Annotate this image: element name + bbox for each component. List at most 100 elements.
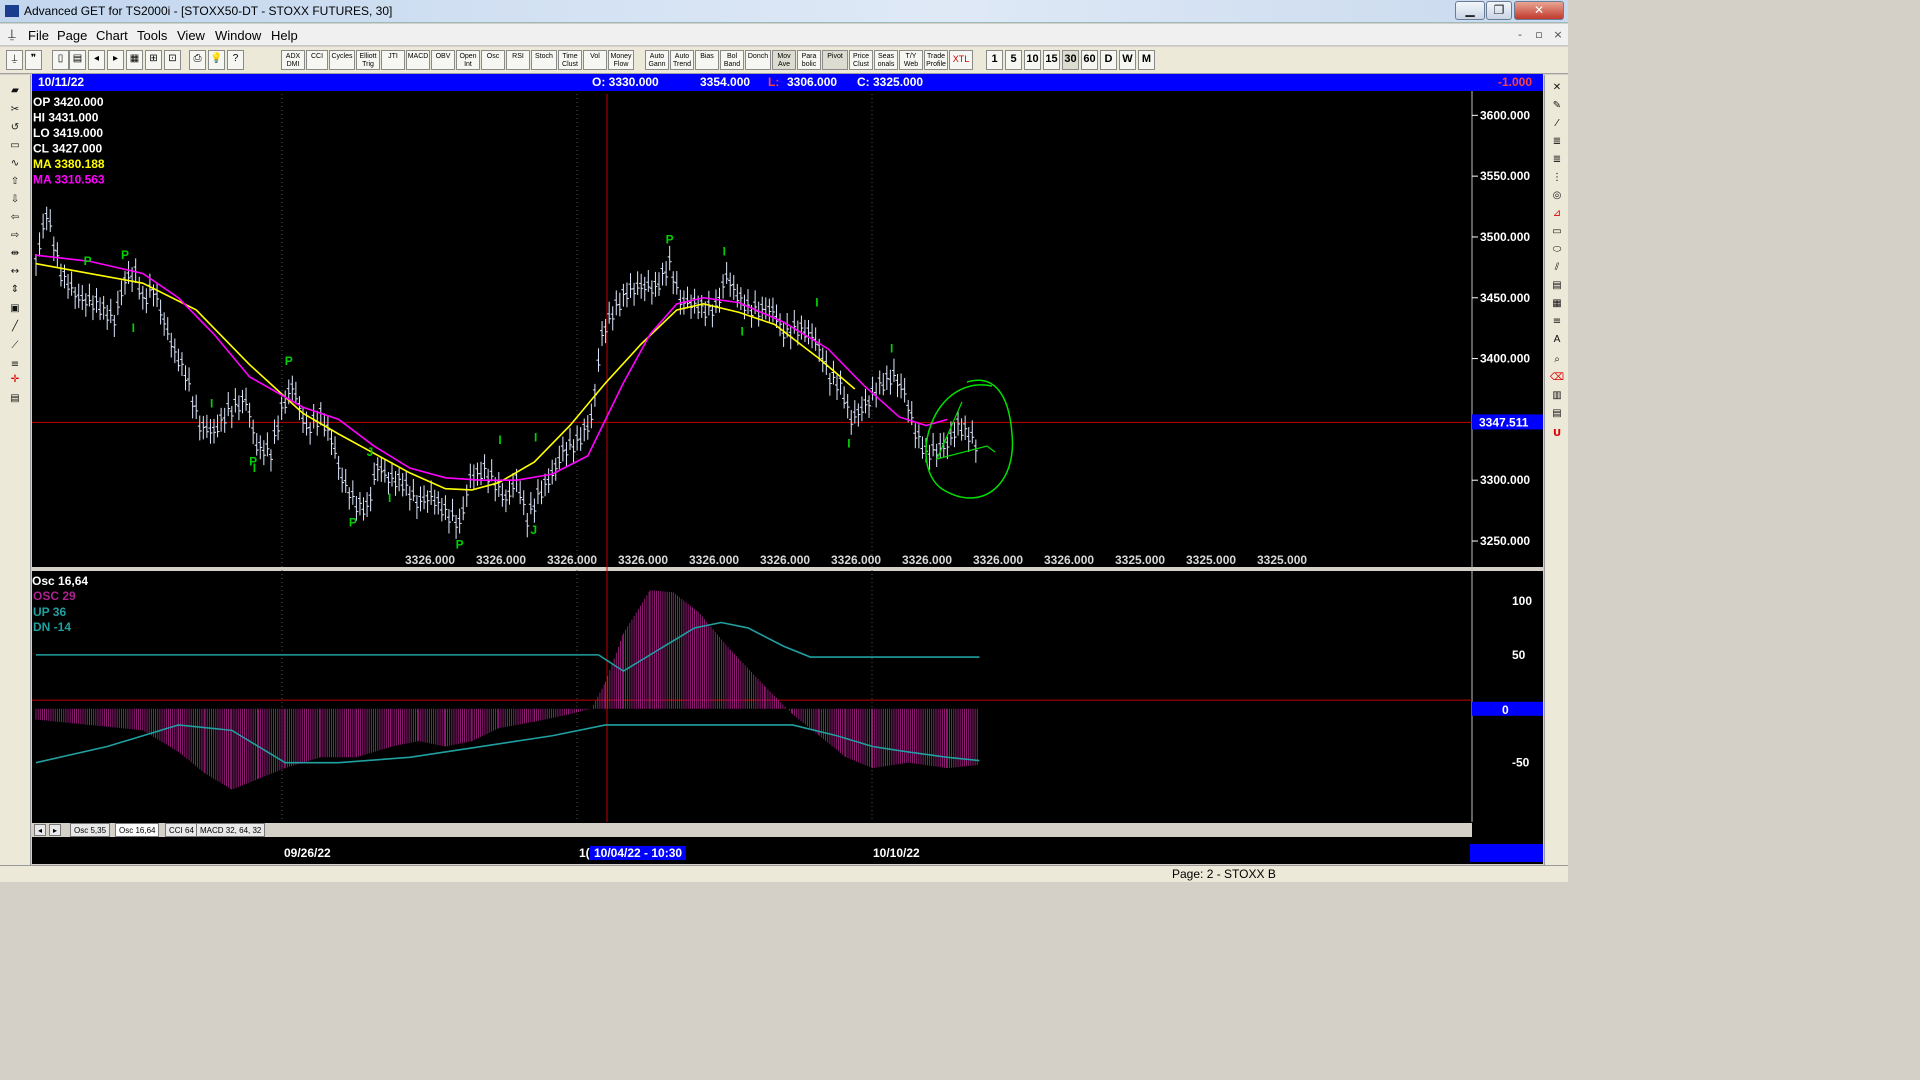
tab-osc-16-64[interactable]: Osc 16,64 bbox=[115, 823, 160, 837]
study-auto-trend-button[interactable]: Auto Trend bbox=[670, 50, 694, 70]
interval-w-button[interactable]: W bbox=[1119, 50, 1136, 70]
next-chart-icon[interactable]: ▸ bbox=[107, 50, 124, 70]
magnify-icon[interactable]: ⌕ bbox=[1548, 352, 1566, 368]
layout-icon[interactable]: ▦ bbox=[126, 50, 143, 70]
study-seasonals-button[interactable]: Seas onals bbox=[874, 50, 898, 70]
indicator-osc-button[interactable]: Osc bbox=[481, 50, 505, 70]
indicator-jti-button[interactable]: JTI bbox=[381, 50, 405, 70]
open-folder-icon[interactable]: ▰ bbox=[4, 83, 26, 99]
chart-canvas[interactable]: P PIIPIPJPIPI IJPIIIII 3600.0003550.000350… bbox=[32, 74, 1543, 864]
cursor-tool-icon[interactable]: ⍊ bbox=[6, 50, 23, 70]
gann-icon[interactable]: ⟋ bbox=[4, 338, 26, 354]
properties-icon[interactable]: ▤ bbox=[4, 391, 26, 407]
interval-m-button[interactable]: M bbox=[1138, 50, 1155, 70]
quote-tool-icon[interactable]: ❞ bbox=[25, 50, 42, 70]
pti-icon[interactable]: ▤ bbox=[1548, 278, 1566, 294]
menu-file[interactable]: File bbox=[28, 28, 49, 43]
arrow-right-icon[interactable]: ⇨ bbox=[4, 228, 26, 244]
interval-5-button[interactable]: 5 bbox=[1005, 50, 1022, 70]
eraser-icon[interactable]: ⌫ bbox=[1548, 370, 1566, 386]
mdi-close-button[interactable]: × bbox=[1550, 27, 1566, 43]
mob-icon[interactable]: ≡ bbox=[1548, 314, 1566, 330]
restore-button[interactable]: ❐ bbox=[1486, 1, 1512, 20]
table-icon[interactable]: ▥ bbox=[1548, 388, 1566, 404]
tab-osc-5-35[interactable]: Osc 5,35 bbox=[70, 823, 111, 837]
help-icon[interactable]: ? bbox=[227, 50, 244, 70]
interval-15-button[interactable]: 15 bbox=[1043, 50, 1060, 70]
indicator-obv-button[interactable]: OBV bbox=[431, 50, 455, 70]
trendline-icon[interactable]: ⁄ bbox=[1548, 116, 1566, 132]
fib-icon[interactable]: ≡ bbox=[4, 357, 26, 373]
fib-ext-icon[interactable]: ≣ bbox=[1548, 152, 1566, 168]
study-xtl-button[interactable]: XTL bbox=[949, 50, 973, 70]
menu-window[interactable]: Window bbox=[215, 28, 261, 43]
rectangle-icon[interactable]: ▭ bbox=[1548, 224, 1566, 240]
circle-tool-icon[interactable]: ◎ bbox=[1548, 188, 1566, 204]
grid-tool-icon[interactable]: ▦ bbox=[1548, 296, 1566, 312]
indicator-vol-button[interactable]: Vol bbox=[583, 50, 607, 70]
interval-30-button[interactable]: 30 bbox=[1062, 50, 1079, 70]
mdi-restore-button[interactable]: ▫ bbox=[1531, 27, 1547, 43]
study-auto-gann-button[interactable]: Auto Gann bbox=[645, 50, 669, 70]
indicator-stoch-button[interactable]: Stoch bbox=[531, 50, 557, 70]
minimize-button[interactable]: ▁ bbox=[1455, 1, 1485, 20]
compress-icon[interactable]: ⇹ bbox=[4, 246, 26, 262]
print-icon[interactable]: ⎙ bbox=[189, 50, 206, 70]
tip-icon[interactable]: 💡 bbox=[208, 50, 225, 70]
draw-x-icon[interactable]: ✕ bbox=[1548, 80, 1566, 96]
menu-help[interactable]: Help bbox=[271, 28, 298, 43]
tab-scroll-right-icon[interactable]: ▸ bbox=[49, 824, 61, 836]
indicator-cci-button[interactable]: CCI bbox=[306, 50, 328, 70]
vertical-expand-icon[interactable]: ⇕ bbox=[4, 282, 26, 298]
reset-icon[interactable]: ↺ bbox=[4, 120, 26, 136]
indicator-cycles-button[interactable]: Cycles bbox=[329, 50, 355, 70]
arrow-down-icon[interactable]: ⇩ bbox=[4, 192, 26, 208]
study-ty-web-button[interactable]: T/Y Web bbox=[899, 50, 923, 70]
study-price-clust-button[interactable]: Price Clust bbox=[849, 50, 873, 70]
study-bias-button[interactable]: Bias bbox=[695, 50, 719, 70]
elliott-icon[interactable]: ∿ bbox=[4, 156, 26, 172]
box-icon[interactable]: ▣ bbox=[4, 301, 26, 317]
crosshair-icon[interactable]: ✛ bbox=[4, 372, 26, 388]
interval-1-button[interactable]: 1 bbox=[986, 50, 1003, 70]
prev-chart-icon[interactable]: ◂ bbox=[88, 50, 105, 70]
copy-page-icon[interactable]: ▤ bbox=[69, 50, 86, 70]
fan-icon[interactable]: ⊿ bbox=[1548, 206, 1566, 222]
menu-page[interactable]: Page bbox=[57, 28, 87, 43]
indicator-adx-button[interactable]: ADX DMI bbox=[281, 50, 305, 70]
interval-10-button[interactable]: 10 bbox=[1024, 50, 1041, 70]
indicator-time-clust-button[interactable]: Time Clust bbox=[558, 50, 582, 70]
indicator-money-flow-button[interactable]: Money Flow bbox=[608, 50, 634, 70]
layers-icon[interactable]: ▤ bbox=[1548, 406, 1566, 422]
indicator-macd-button[interactable]: MACD bbox=[406, 50, 430, 70]
chart-area[interactable]: PPIIPIPJPIPIIJPIIIII 3600.000 3550.000 350… bbox=[32, 74, 1543, 864]
study-pivot-button[interactable]: Pivot bbox=[822, 50, 848, 70]
close-button[interactable]: ✕ bbox=[1514, 1, 1564, 20]
channel-icon[interactable]: ⫽ bbox=[1548, 260, 1566, 276]
tab-macd[interactable]: MACD 32, 64, 32 bbox=[196, 823, 266, 837]
interval-d-button[interactable]: D bbox=[1100, 50, 1117, 70]
fib-time-icon[interactable]: ⋮ bbox=[1548, 170, 1566, 186]
mdi-minimize-button[interactable]: - bbox=[1512, 27, 1528, 43]
grid-icon[interactable]: ⊞ bbox=[145, 50, 162, 70]
ellipse-icon[interactable]: ⬭ bbox=[1548, 242, 1566, 258]
undo-icon[interactable]: U bbox=[1548, 426, 1566, 442]
menu-view[interactable]: View bbox=[177, 28, 205, 43]
study-donch-button[interactable]: Donch bbox=[745, 50, 771, 70]
indicator-open-int-button[interactable]: Open Int bbox=[456, 50, 480, 70]
tab-cci-64[interactable]: CCI 64 bbox=[165, 823, 198, 837]
study-bol-band-button[interactable]: Bol Band bbox=[720, 50, 744, 70]
study-trade-profile-button[interactable]: Trade Profile bbox=[924, 50, 948, 70]
zoom-icon[interactable]: ⊡ bbox=[164, 50, 181, 70]
text-tool-icon[interactable]: A bbox=[1548, 332, 1566, 348]
expand-icon[interactable]: ↔ bbox=[4, 264, 26, 280]
indicator-rsi-button[interactable]: RSI bbox=[506, 50, 530, 70]
study-mov-ave-button[interactable]: Mov Ave bbox=[772, 50, 796, 70]
indicator-elliott-button[interactable]: Elliott Trig bbox=[356, 50, 380, 70]
title-bar[interactable]: Advanced GET for TS2000i - [STOXX50-DT -… bbox=[0, 0, 1568, 23]
lines-icon[interactable]: ╱ bbox=[4, 319, 26, 335]
study-parabolic-button[interactable]: Para bolic bbox=[797, 50, 821, 70]
new-page-icon[interactable]: ▯ bbox=[52, 50, 69, 70]
scissors-icon[interactable]: ✂ bbox=[4, 102, 26, 118]
menu-chart[interactable]: Chart bbox=[96, 28, 128, 43]
